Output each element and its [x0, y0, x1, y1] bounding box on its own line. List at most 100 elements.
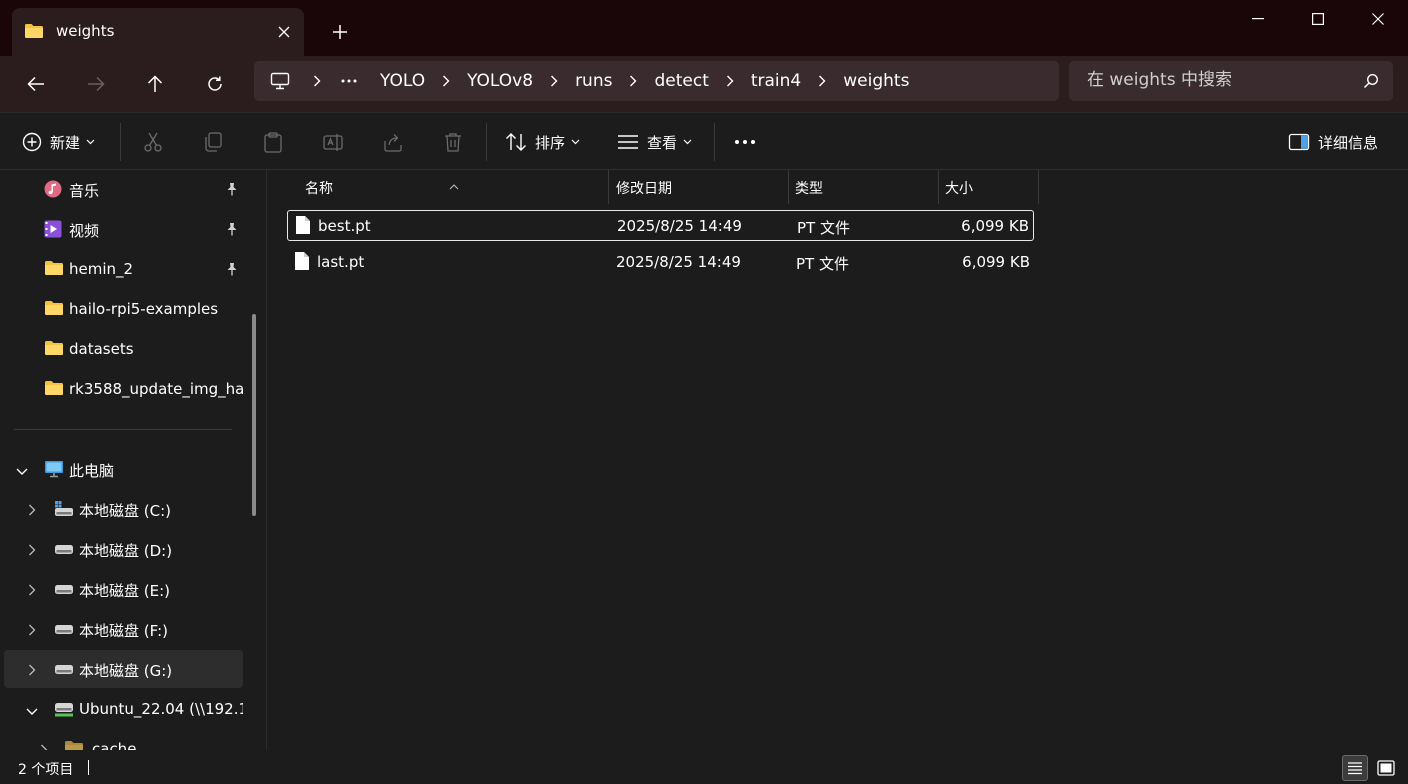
tab-title: weights — [56, 22, 115, 40]
chevron-right-icon[interactable] — [28, 542, 36, 560]
new-button[interactable]: 新建 — [22, 127, 95, 157]
tiles-view-icon[interactable] — [1373, 755, 1399, 781]
sidebar-item-music[interactable]: 音乐 — [4, 170, 243, 208]
sidebar-item-cache[interactable]: cache — [4, 730, 243, 750]
chevron-right-icon[interactable] — [622, 75, 644, 87]
sidebar-item-video[interactable]: 视频 — [4, 210, 243, 248]
close-window-icon[interactable] — [1348, 0, 1408, 38]
music-icon — [44, 180, 62, 202]
sidebar-item-label: hailo-rpi5-examples — [69, 300, 219, 318]
breadcrumb-yolov8[interactable]: YOLOv8 — [467, 71, 533, 91]
add-circle-icon — [22, 132, 42, 152]
pin-icon — [226, 182, 238, 200]
maximize-icon[interactable] — [1288, 0, 1348, 38]
details-view-icon[interactable] — [1342, 755, 1368, 781]
sidebar-item-hemin-2[interactable]: hemin_2 — [4, 250, 243, 288]
column-header-modified[interactable]: 修改日期 — [609, 170, 788, 204]
column-header-name[interactable]: 名称 — [267, 170, 608, 204]
refresh-icon[interactable] — [197, 66, 233, 102]
sidebar-item-network-drive[interactable]: Ubuntu_22.04 (\\192.168 — [4, 690, 243, 728]
chevron-down-icon[interactable] — [16, 462, 28, 480]
copy-icon — [205, 132, 222, 152]
sidebar-item-label: 本地磁盘 (F:) — [79, 622, 168, 640]
sidebar-item-datasets[interactable]: datasets — [4, 330, 243, 368]
folder-icon — [24, 23, 44, 43]
sidebar-item-this-pc[interactable]: 此电脑 — [4, 450, 243, 488]
back-icon[interactable] — [18, 66, 54, 102]
file-type: PT 文件 — [796, 255, 849, 273]
breadcrumb-weights[interactable]: weights — [843, 71, 909, 91]
sort-button[interactable]: 排序 — [505, 127, 580, 157]
drive-icon — [54, 540, 74, 562]
chevron-right-icon[interactable] — [28, 662, 36, 680]
up-icon[interactable] — [137, 66, 173, 102]
chevron-right-icon[interactable] — [28, 622, 36, 640]
column-header-type[interactable]: 类型 — [789, 170, 938, 204]
chevron-right-icon[interactable] — [811, 75, 833, 87]
breadcrumb-runs[interactable]: runs — [575, 71, 612, 91]
chevron-right-icon[interactable] — [435, 75, 457, 87]
forward-icon[interactable] — [78, 66, 114, 102]
paste-button[interactable] — [262, 127, 284, 157]
breadcrumb-detect[interactable]: detect — [654, 71, 708, 91]
chevron-right-icon[interactable] — [719, 75, 741, 87]
table-row[interactable]: last.pt 2025/8/25 14:49 PT 文件 6,099 KB — [287, 247, 1034, 278]
view-button[interactable]: 查看 — [617, 127, 692, 157]
navigation-pane: 音乐 视频 hemin_2 hailo-rpi5-examples datase… — [0, 170, 258, 750]
folder-icon — [44, 340, 64, 360]
column-header-label: 名称 — [305, 181, 333, 197]
delete-button[interactable] — [442, 127, 464, 157]
sidebar-scrollbar[interactable] — [250, 170, 258, 750]
sidebar-item-drive-c[interactable]: 本地磁盘 (C:) — [4, 490, 243, 528]
computer-icon[interactable] — [254, 72, 306, 90]
more-options-button[interactable] — [734, 127, 756, 157]
column-header-size[interactable]: 大小 — [939, 170, 1038, 204]
sidebar-item-label: datasets — [69, 340, 134, 358]
breadcrumb-yolo[interactable]: YOLO — [380, 71, 425, 91]
sidebar-item-drive-g[interactable]: 本地磁盘 (G:) — [4, 650, 243, 688]
folder-icon — [64, 740, 84, 750]
divider — [714, 123, 715, 161]
table-row[interactable]: best.pt 2025/8/25 14:49 PT 文件 6,099 KB — [287, 210, 1034, 241]
file-modified: 2025/8/25 14:49 — [617, 217, 742, 235]
column-divider[interactable] — [1038, 170, 1039, 204]
file-type: PT 文件 — [797, 219, 850, 237]
cut-button[interactable] — [142, 127, 164, 157]
chevron-down-icon[interactable] — [26, 702, 38, 720]
search-box[interactable] — [1069, 61, 1393, 101]
details-pane-button[interactable]: 详细信息 — [1288, 127, 1378, 157]
chevron-right-icon[interactable] — [28, 502, 36, 520]
address-bar[interactable]: YOLO YOLOv8 runs detect train4 weights — [254, 61, 1059, 101]
new-label: 新建 — [50, 133, 81, 152]
scrollbar-thumb[interactable] — [252, 314, 256, 516]
trash-icon — [445, 133, 461, 152]
chevron-right-icon[interactable] — [306, 75, 328, 87]
pin-icon — [226, 222, 238, 240]
copy-button[interactable] — [202, 127, 224, 157]
close-tab-icon[interactable] — [272, 20, 296, 44]
folder-icon — [44, 300, 64, 320]
breadcrumb-train4[interactable]: train4 — [751, 71, 801, 91]
sidebar-item-drive-f[interactable]: 本地磁盘 (F:) — [4, 610, 243, 648]
sidebar-item-drive-d[interactable]: 本地磁盘 (D:) — [4, 530, 243, 568]
cut-icon — [144, 132, 162, 152]
sidebar-item-rk3588-update-img[interactable]: rk3588_update_img_hailo — [4, 370, 243, 408]
search-input[interactable] — [1087, 70, 1347, 90]
chevron-right-icon[interactable] — [28, 582, 36, 600]
details-label: 详细信息 — [1318, 133, 1379, 152]
sidebar-item-label: hemin_2 — [69, 260, 134, 278]
chevron-right-icon[interactable] — [543, 75, 565, 87]
share-button[interactable] — [382, 127, 404, 157]
sidebar-item-drive-e[interactable]: 本地磁盘 (E:) — [4, 570, 243, 608]
new-tab-icon[interactable] — [326, 18, 354, 46]
minimize-icon[interactable] — [1228, 0, 1288, 38]
more-crumbs-icon[interactable] — [328, 79, 370, 83]
rename-button[interactable] — [322, 127, 344, 157]
sort-icon — [506, 133, 526, 151]
chevron-right-icon[interactable] — [40, 742, 48, 750]
column-header-label: 修改日期 — [616, 181, 672, 197]
drive-icon — [54, 580, 74, 602]
search-icon[interactable] — [1363, 73, 1379, 93]
sidebar-item-hailo-rpi5-examples[interactable]: hailo-rpi5-examples — [4, 290, 243, 328]
tab-weights[interactable]: weights — [12, 8, 304, 56]
